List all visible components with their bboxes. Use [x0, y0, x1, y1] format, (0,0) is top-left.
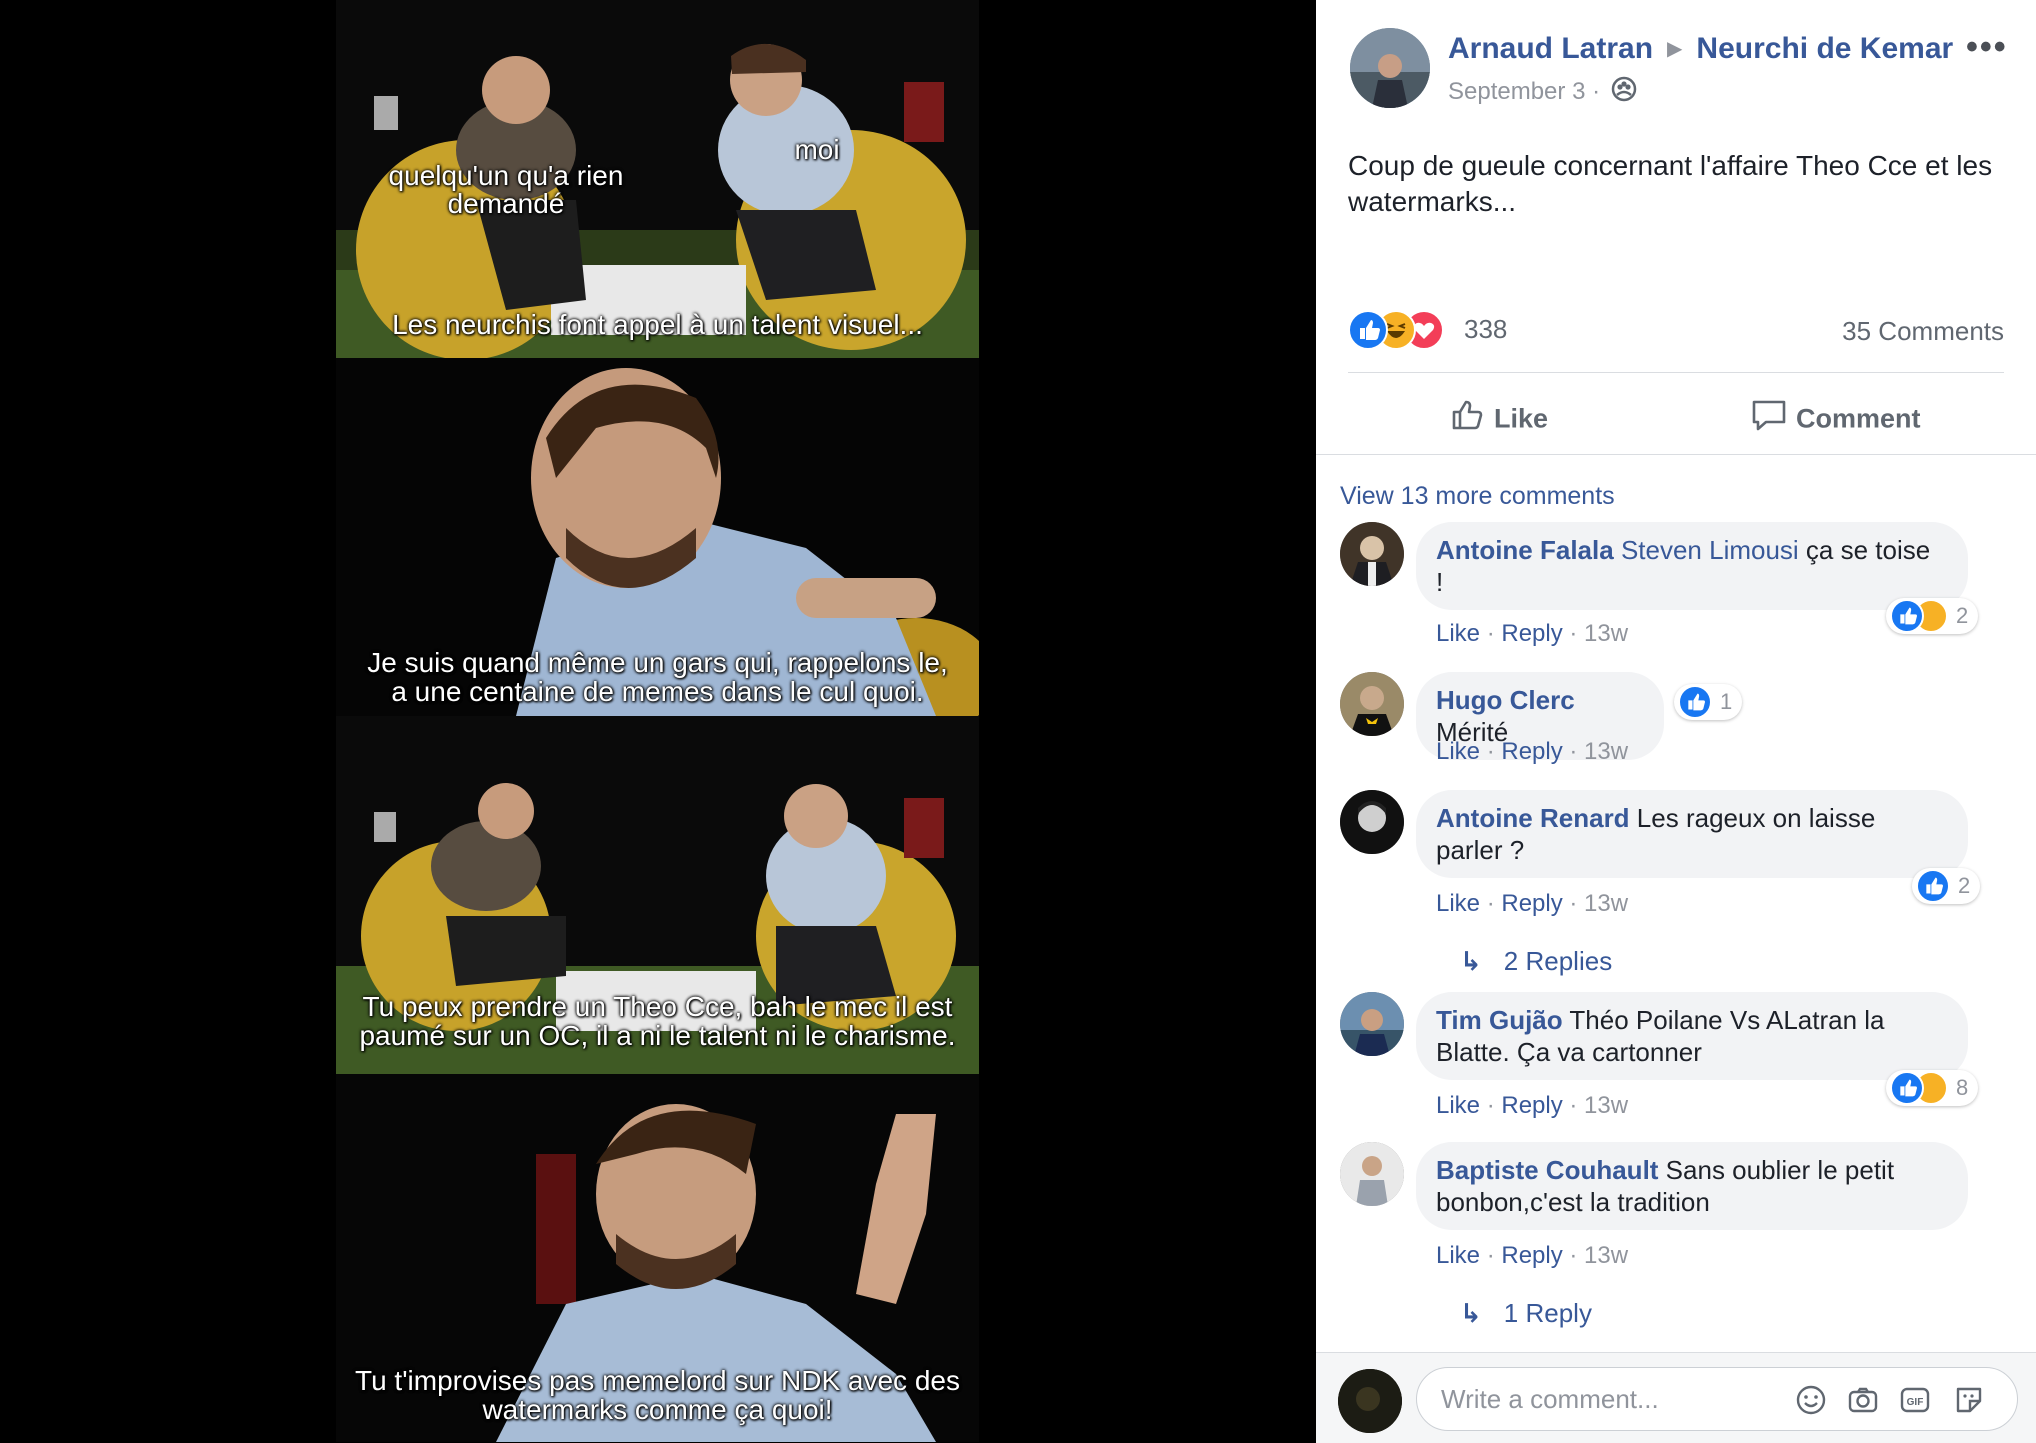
post-date-row: September 3 ·	[1448, 76, 1637, 109]
commenter-avatar[interactable]	[1340, 672, 1404, 736]
emoji-icon[interactable]	[1795, 1384, 1827, 1416]
comment-reactions[interactable]: 2	[1912, 868, 1981, 904]
reply-arrow-icon: ↳	[1460, 946, 1482, 976]
svg-text:GIF: GIF	[1907, 1397, 1924, 1408]
comment-reactions[interactable]: 8	[1886, 1070, 1979, 1106]
comment-button-label: Comment	[1796, 403, 1921, 434]
post-text: Coup de gueule concernant l'affaire Theo…	[1348, 150, 1993, 217]
comment-reply-link[interactable]: Reply	[1501, 1092, 1562, 1119]
comment-bubble-icon	[1750, 396, 1788, 445]
post-sidebar: Arnaud Latran ▶ Neurchi de Kemar September…	[1316, 0, 2036, 1443]
meme-panel-2: Je suis quand même un gars qui, rappelon…	[336, 358, 979, 716]
comment-actions: Like · Reply · 13w	[1436, 1242, 1629, 1269]
caption-panel-3: Tu peux prendre un Theo Cce, bah le mec …	[359, 991, 956, 1051]
caption-panel-4: Tu t'improvises pas memelord sur NDK ave…	[355, 1365, 960, 1425]
comment-time[interactable]: 13w	[1584, 620, 1628, 647]
like-button[interactable]: Like	[1448, 396, 1548, 436]
comment-like-link[interactable]: Like	[1436, 890, 1480, 917]
camera-icon[interactable]	[1847, 1384, 1879, 1416]
comment-like-link[interactable]: Like	[1436, 620, 1480, 647]
comment-time[interactable]: 13w	[1584, 890, 1628, 917]
comment-actions: Like · Reply · 13w	[1436, 738, 1629, 765]
commenter-avatar[interactable]	[1340, 522, 1404, 586]
sticker-icon[interactable]	[1953, 1384, 1985, 1416]
reaction-count: 8	[1956, 1075, 1969, 1100]
gif-icon[interactable]: GIF	[1899, 1384, 1931, 1416]
label-someone-who-asked-nothing: quelqu'un qu'a rien demandé	[388, 160, 624, 219]
comment-reactions[interactable]: 2	[1886, 598, 1979, 634]
meme-panel-4: Tu t'improvises pas memelord sur NDK ave…	[336, 1074, 979, 1442]
view-replies-link[interactable]: ↳ 1 Reply	[1460, 1298, 1592, 1329]
group-audience-icon	[1611, 76, 1637, 109]
thumbs-up-icon	[1448, 396, 1486, 445]
comment-time[interactable]: 13w	[1584, 1092, 1628, 1119]
comment-bubble: Antoine Falala Steven Limousi ça se tois…	[1416, 522, 1968, 610]
caption-panel-2: Je suis quand même un gars qui, rappelon…	[367, 647, 948, 707]
view-more-comments-link[interactable]: View 13 more comments	[1340, 482, 1615, 511]
comment-bubble: Antoine Renard Les rageux on laisse parl…	[1416, 790, 1968, 878]
comment-reactions[interactable]: 1	[1674, 684, 1743, 720]
comment-composer: Write a comment... GIF	[1316, 1352, 2036, 1443]
comment-time[interactable]: 13w	[1584, 738, 1628, 765]
reply-arrow-icon: ↳	[1460, 1298, 1482, 1328]
divider	[1316, 454, 2036, 455]
photo-viewer: quelqu'un qu'a rien demandé moi Les neur…	[0, 0, 1316, 1442]
meme-image[interactable]: quelqu'un qu'a rien demandé moi Les neur…	[336, 0, 979, 1442]
author-avatar[interactable]	[1350, 28, 1430, 108]
replies-count: 1 Reply	[1503, 1298, 1592, 1328]
reaction-count[interactable]: 338	[1464, 314, 1507, 345]
commenter-avatar[interactable]	[1340, 790, 1404, 854]
commenter-name[interactable]: Antoine Renard	[1436, 803, 1630, 833]
comment-reply-link[interactable]: Reply	[1501, 738, 1562, 765]
commenter-name[interactable]: Hugo Clerc	[1436, 685, 1575, 715]
comments-count[interactable]: 35 Comments	[1842, 316, 2004, 347]
meme-panel-1: quelqu'un qu'a rien demandé moi Les neur…	[336, 0, 979, 358]
comment-button[interactable]: Comment	[1750, 396, 1921, 436]
comment-like-link[interactable]: Like	[1436, 1242, 1480, 1269]
like-reaction-icon	[1916, 869, 1950, 903]
caret-right-icon: ▶	[1667, 38, 1683, 60]
like-reaction-icon	[1348, 310, 1388, 350]
commenter-name[interactable]: Antoine Falala	[1436, 535, 1614, 565]
label-me: moi	[794, 134, 840, 165]
post-header: Arnaud Latran ▶ Neurchi de Kemar	[1448, 32, 1953, 66]
commenter-avatar[interactable]	[1340, 992, 1404, 1056]
meme-panel-3: Tu peux prendre un Theo Cce, bah le mec …	[336, 716, 979, 1074]
post-date[interactable]: September 3 ·	[1448, 78, 1600, 105]
comment-like-link[interactable]: Like	[1436, 738, 1480, 765]
author-name[interactable]: Arnaud Latran	[1448, 32, 1653, 65]
comment-bubble: Baptiste Couhault Sans oublier le petit …	[1416, 1142, 1968, 1230]
comment-input[interactable]: Write a comment... GIF	[1416, 1367, 2018, 1431]
commenter-name[interactable]: Tim Gujão	[1436, 1005, 1563, 1035]
reaction-count: 2	[1956, 603, 1969, 628]
comment-like-link[interactable]: Like	[1436, 1092, 1480, 1119]
like-reaction-icon	[1678, 685, 1712, 719]
group-name[interactable]: Neurchi de Kemar	[1696, 32, 1953, 65]
commenter-name[interactable]: Baptiste Couhault	[1436, 1155, 1658, 1185]
comment-actions: Like · Reply · 13w	[1436, 620, 1629, 647]
reaction-count: 1	[1720, 689, 1733, 714]
comment-input-placeholder: Write a comment...	[1441, 1384, 1659, 1414]
comment-reply-link[interactable]: Reply	[1501, 620, 1562, 647]
caption-panel-1: Les neurchis font appel à un talent visu…	[392, 309, 923, 340]
like-reaction-icon	[1890, 1071, 1924, 1105]
tagged-user[interactable]: Steven Limousi	[1621, 535, 1799, 565]
replies-count: 2 Replies	[1503, 946, 1613, 976]
reaction-count: 2	[1958, 873, 1971, 898]
more-options-icon[interactable]: •••	[1966, 28, 2008, 67]
comment-actions: Like · Reply · 13w	[1436, 1092, 1629, 1119]
comment-reply-link[interactable]: Reply	[1501, 1242, 1562, 1269]
comment-bubble: Tim Gujão Théo Poilane Vs ALatran la Bla…	[1416, 992, 1968, 1080]
like-button-label: Like	[1494, 403, 1549, 434]
comment-reply-link[interactable]: Reply	[1501, 890, 1562, 917]
comment-time[interactable]: 13w	[1584, 1242, 1628, 1269]
view-replies-link[interactable]: ↳ 2 Replies	[1460, 946, 1612, 977]
like-reaction-icon	[1890, 599, 1924, 633]
current-user-avatar	[1338, 1369, 1402, 1433]
divider	[1348, 372, 2004, 373]
comment-actions: Like · Reply · 13w	[1436, 890, 1629, 917]
commenter-avatar[interactable]	[1340, 1142, 1404, 1206]
